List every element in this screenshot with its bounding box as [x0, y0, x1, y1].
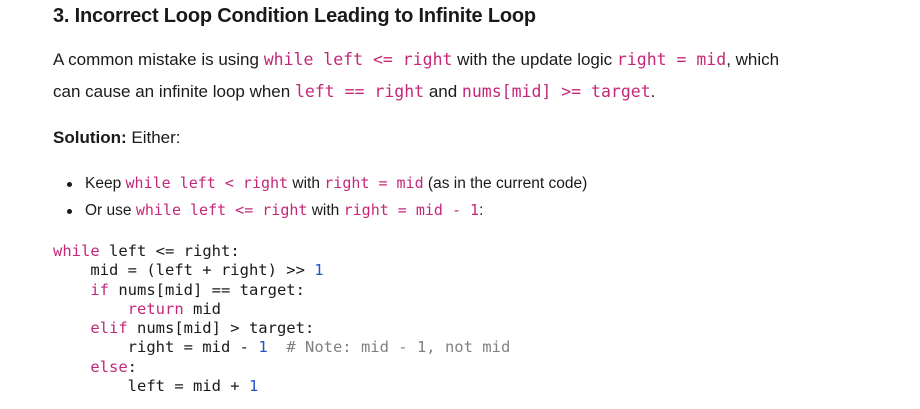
code-text: nums[mid] == target: [109, 280, 305, 299]
inline-code: while left < right [125, 174, 289, 192]
code-keyword: return [53, 299, 184, 318]
list-item: Keep while left < right with right = mid… [53, 170, 587, 197]
code-number: 1 [258, 338, 268, 357]
list-item-text: with [288, 175, 325, 192]
list-item-text: Or use [85, 202, 136, 219]
paragraph-text: with the update logic [452, 50, 617, 69]
solution-line: Solution: Either: [53, 128, 181, 148]
paragraph-text: A common mistake is using [53, 50, 264, 69]
code-keyword: elif [53, 319, 128, 338]
section-heading: 3. Incorrect Loop Condition Leading to I… [53, 5, 536, 27]
inline-code: nums[mid] >= target [461, 82, 651, 101]
list-item-text: (as in the current code) [423, 175, 588, 192]
code-line: while left <= right: [53, 242, 510, 261]
inline-code: right = mid [324, 174, 424, 192]
code-text: mid [183, 299, 221, 318]
paragraph-line-1: A common mistake is using while left <= … [53, 44, 779, 76]
inline-code: left == right [294, 82, 425, 101]
list-item-text: Keep [85, 175, 126, 192]
list-item-text: : [479, 202, 484, 219]
inline-code: right = mid - 1 [343, 201, 480, 219]
code-text: : [127, 357, 137, 376]
code-line: right = mid - 1 # Note: mid - 1, not mid [53, 338, 511, 357]
list-item: Or use while left <= right with right = … [53, 197, 587, 224]
code-line: elif nums[mid] > target: [53, 319, 510, 338]
code-comment: # Note: mid - 1, not mid [267, 338, 511, 357]
code-line: return mid [53, 300, 510, 319]
code-line: if nums[mid] == target: [53, 281, 510, 300]
paragraph-line-2: can cause an infinite loop when left == … [53, 76, 655, 108]
code-number: 1 [248, 377, 259, 396]
code-text: left <= right: [99, 242, 240, 260]
solution-options-list: Keep while left < right with right = mid… [53, 170, 587, 224]
code-keyword: if [53, 280, 109, 299]
inline-code: right = mid [616, 50, 727, 69]
code-block: while left <= right: mid = (left + right… [53, 242, 510, 396]
paragraph-text: and [424, 82, 462, 101]
document-page: 3. Incorrect Loop Condition Leading to I… [0, 0, 920, 409]
code-keyword: else [53, 357, 128, 376]
code-line: left = mid + 1 [53, 377, 510, 396]
paragraph-text: can cause an infinite loop when [53, 82, 295, 101]
paragraph-text: , which [726, 50, 780, 69]
code-keyword: while [53, 242, 100, 260]
solution-label: Solution: [53, 128, 127, 147]
list-item-text: with [307, 202, 344, 219]
code-text: left = mid + [53, 377, 249, 396]
code-number: 1 [314, 261, 324, 280]
paragraph-text: . [650, 82, 656, 101]
code-text: nums[mid] > target: [127, 319, 315, 338]
solution-text: Either: [126, 128, 181, 147]
inline-code: while left <= right [263, 50, 453, 69]
code-line: mid = (left + right) >> 1 [53, 261, 510, 280]
code-text: mid = (left + right) >> [53, 261, 315, 280]
inline-code: while left <= right [135, 201, 308, 219]
code-line: else: [53, 358, 510, 377]
code-text: right = mid - [53, 338, 259, 357]
